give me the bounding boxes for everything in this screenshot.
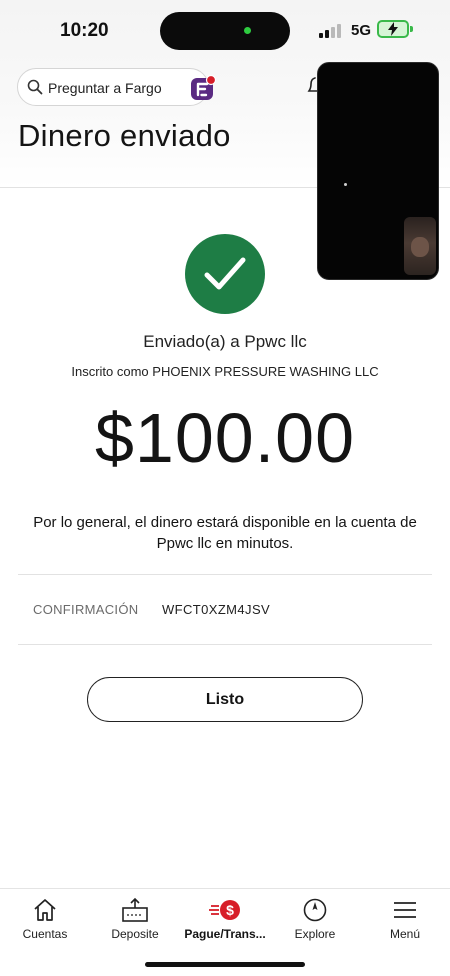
- battery-charging-icon: [377, 20, 409, 38]
- status-time: 10:20: [60, 20, 109, 41]
- tab-label: Explore: [294, 927, 336, 941]
- pip-light-spot: [344, 183, 347, 186]
- hamburger-menu-icon: [360, 897, 450, 925]
- tab-label: Pague/Trans...: [184, 927, 266, 941]
- pip-self-view: [404, 217, 436, 275]
- tab-pague-transfiera[interactable]: $ Pague/Trans...: [180, 889, 270, 949]
- tab-explore[interactable]: Explore: [270, 889, 360, 949]
- divider: [18, 644, 432, 645]
- tab-deposite[interactable]: Deposite: [90, 889, 180, 949]
- search-icon: [27, 79, 43, 100]
- done-button[interactable]: Listo: [87, 677, 363, 722]
- video-call-pip[interactable]: [317, 62, 439, 280]
- pay-transfer-icon: $: [180, 897, 270, 925]
- tab-label: Cuentas: [22, 927, 68, 941]
- ask-fargo-search[interactable]: Preguntar a Fargo: [17, 68, 217, 106]
- camera-indicator-icon: [244, 27, 251, 34]
- tab-cuentas[interactable]: Cuentas: [0, 889, 90, 949]
- compass-icon: [270, 897, 360, 925]
- confirmation-label: CONFIRMACIÓN: [33, 602, 139, 617]
- availability-note: Por lo general, el dinero estará disponi…: [33, 514, 417, 552]
- transfer-amount: $100.00: [94, 399, 356, 477]
- ask-fargo-label: Preguntar a Fargo: [48, 80, 162, 96]
- deposit-icon: [90, 897, 180, 925]
- home-indicator[interactable]: [145, 962, 305, 967]
- cellular-signal-icon: [319, 24, 345, 38]
- tab-label: Menú: [389, 927, 421, 941]
- pip-self-face: [411, 237, 429, 257]
- divider: [18, 574, 432, 575]
- svg-text:$: $: [226, 902, 234, 918]
- enrolled-as-text: Inscrito como PHOENIX PRESSURE WASHING L…: [71, 364, 379, 379]
- home-icon: [0, 897, 90, 925]
- status-bar: 10:20 5G: [0, 0, 450, 60]
- battery-cap: [410, 26, 413, 32]
- dynamic-island: [160, 12, 290, 50]
- network-type: 5G: [351, 22, 372, 39]
- fargo-assistant-icon[interactable]: [190, 74, 217, 101]
- tab-label: Deposite: [111, 927, 159, 941]
- sent-to-text: Enviado(a) a Ppwc llc: [143, 332, 307, 351]
- check-icon: [204, 257, 246, 290]
- confirmation-number: WFCT0XZM4JSV: [162, 602, 271, 617]
- success-check-badge: [185, 234, 265, 314]
- page-title: Dinero enviado: [18, 118, 231, 153]
- tab-menu[interactable]: Menú: [360, 889, 450, 949]
